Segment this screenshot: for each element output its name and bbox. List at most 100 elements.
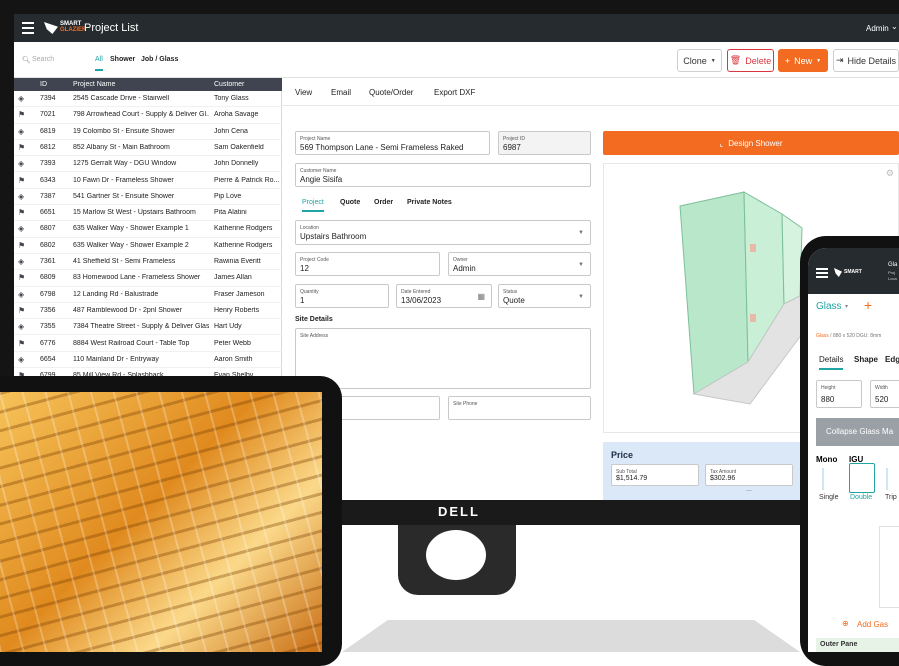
glass-dropdown[interactable]: Glass <box>816 301 842 312</box>
layers-icon: ◈ <box>18 126 25 136</box>
phone-header-title: Gla <box>888 262 898 268</box>
double-pane-icon[interactable] <box>849 463 875 493</box>
new-label: New <box>794 55 813 66</box>
search-input[interactable]: Search <box>32 56 54 63</box>
tab-quote-order[interactable]: Quote/Order <box>369 88 413 97</box>
stand-hole <box>426 530 486 580</box>
tab-email[interactable]: Email <box>331 88 351 97</box>
table-row[interactable]: ◈ 6654 110 Mainland Dr - Entryway Aaron Smi… <box>14 352 282 369</box>
subtab-project[interactable]: Project <box>302 199 324 212</box>
table-row[interactable]: ⚑ 6651 15 Marlow St West - Upstairs Bathro… <box>14 205 282 222</box>
cell-project-name: 798 Arrowhead Court - Supply & Deliver G… <box>73 111 209 119</box>
date-entered-field[interactable]: Date Entered 13/06/2023 ▦ <box>396 284 492 308</box>
single-label[interactable]: Single <box>819 494 838 501</box>
project-id-field: Project ID 6987 <box>498 131 591 155</box>
col-id[interactable]: ID <box>40 81 47 88</box>
phone-breadcrumb: Glass / 880 x 520 DGU: 8mm <box>816 333 881 339</box>
col-project-name[interactable]: Project Name <box>73 81 115 88</box>
delete-button[interactable]: 🗑︎ Delete <box>727 49 774 72</box>
tab-view[interactable]: View <box>295 88 312 97</box>
shower-3d-render <box>679 191 803 405</box>
width-field[interactable]: Width 520 <box>870 380 899 408</box>
table-row[interactable]: ◈ 7393 1275 Gerralt Way - DGU Window John D… <box>14 156 282 173</box>
cell-id: 7355 <box>40 323 56 331</box>
phone-tab-edge[interactable]: Edg <box>885 355 899 364</box>
tab-export-dxf[interactable]: Export DXF <box>434 88 475 97</box>
add-gas-icon[interactable]: ⊕ <box>842 619 849 628</box>
quantity-field[interactable]: Quantity 1 <box>295 284 389 308</box>
crumb-link[interactable]: Glass <box>816 333 829 339</box>
phone-tab-shape[interactable]: Shape <box>854 355 878 364</box>
triple-pane-icon[interactable] <box>886 468 899 490</box>
subtab-private-notes[interactable]: Private Notes <box>407 199 452 206</box>
new-button[interactable]: + New ▼ <box>778 49 828 72</box>
tax-field: Tax Amount $302.96 <box>705 464 793 486</box>
hide-details-button[interactable]: ⇥ Hide Details <box>833 49 899 72</box>
table-row[interactable]: ◈ 6807 635 Walker Way - Shower Example 1 Ka… <box>14 221 282 238</box>
add-icon[interactable]: + <box>864 297 872 313</box>
brand-logo-icon <box>834 268 842 277</box>
height-label: Height <box>821 385 836 391</box>
table-row[interactable]: ⚑ 7356 487 Ramblewood Dr - 2pnl Shower Henr… <box>14 303 282 320</box>
table-row[interactable]: ◈ 7394 2545 Cascade Drive - Stairwell Tony … <box>14 91 282 108</box>
tablet-screen-photo <box>0 392 322 652</box>
location-select[interactable]: Location Upstairs Bathroom ▼ <box>295 220 591 245</box>
clone-button[interactable]: Clone ▼ <box>677 49 722 72</box>
top-bar: SMART GLAZIER Project List Admin ⌄ <box>14 14 899 42</box>
col-customer[interactable]: Customer <box>214 81 244 88</box>
filter-job-glass[interactable]: Job / Glass <box>141 56 178 63</box>
chevron-down-icon[interactable]: ⌄ <box>891 22 898 31</box>
status-select[interactable]: Status Quote ▼ <box>498 284 591 308</box>
page-title: Project List <box>84 22 139 34</box>
outer-pane-section: Outer Pane <box>816 638 899 652</box>
project-id-value: 6987 <box>503 143 521 152</box>
table-row[interactable]: ◈ 7387 541 Gartner St - Ensuite Shower Pip … <box>14 189 282 206</box>
table-row[interactable]: ⚑ 6809 83 Homewood Lane - Frameless Shower… <box>14 270 282 287</box>
subtab-quote[interactable]: Quote <box>340 199 360 206</box>
table-row[interactable]: ⚑ 6776 8884 West Railroad Court - Table To… <box>14 336 282 352</box>
triple-label[interactable]: Trip <box>885 494 897 501</box>
flag-icon: ⚑ <box>18 240 26 250</box>
single-pane-icon[interactable] <box>822 468 836 490</box>
quantity-label: Quantity <box>300 289 319 295</box>
add-gas-button[interactable]: Add Gas <box>857 620 888 629</box>
user-menu[interactable]: Admin <box>866 24 889 33</box>
more-indicator[interactable]: ... <box>746 486 752 493</box>
subtab-order[interactable]: Order <box>374 199 393 206</box>
table-row[interactable]: ◈ 6819 19 Colombo St - Ensuite Shower John … <box>14 124 282 140</box>
cell-id: 6812 <box>40 143 56 151</box>
table-row[interactable]: ⚑ 7021 798 Arrowhead Court - Supply & Deli… <box>14 107 282 124</box>
table-row[interactable]: ◈ 6798 12 Landing Rd - Balustrade Fraser Ja… <box>14 287 282 303</box>
table-row[interactable]: ⚑ 6343 10 Fawn Dr - Frameless Shower Pierre… <box>14 173 282 189</box>
height-field[interactable]: Height 880 <box>816 380 862 408</box>
flag-icon: ⚑ <box>18 208 26 218</box>
design-shower-button[interactable]: ⌞ Design Shower <box>603 131 899 155</box>
hamburger-menu-icon[interactable] <box>816 268 828 278</box>
quantity-value: 1 <box>300 296 305 305</box>
hamburger-menu-icon[interactable] <box>22 22 34 34</box>
table-row[interactable]: ⚑ 6802 635 Walker Way - Shower Example 2 Ka… <box>14 238 282 254</box>
phone-tab-details[interactable]: Details <box>819 355 844 370</box>
filter-shower[interactable]: Shower <box>110 56 135 63</box>
owner-select[interactable]: Owner Admin ▼ <box>448 252 591 276</box>
caret-down-icon: ▼ <box>710 57 716 64</box>
site-phone-field[interactable]: Site Phone <box>448 396 591 420</box>
table-row[interactable]: ⚑ 6812 852 Albany St - Main Bathroom Sam Oa… <box>14 140 282 157</box>
phone-screen: SMART Gla Proj Loca Glass ▾ + Glass / 88… <box>808 248 899 652</box>
collapse-glass-button[interactable]: Collapse Glass Ma <box>816 418 899 446</box>
table-row[interactable]: ◈ 7361 41 Sheffield St - Semi Frameless Raw… <box>14 254 282 271</box>
calendar-icon[interactable]: ▦ <box>477 292 485 301</box>
project-name-field[interactable]: Project Name 569 Thompson Lane - Semi Fra… <box>295 131 490 155</box>
filter-all[interactable]: All <box>95 56 103 71</box>
caret-down-icon[interactable]: ▾ <box>845 303 848 310</box>
customer-name-value: Angie Sisifa <box>300 175 343 184</box>
gear-icon[interactable]: ⚙ <box>886 168 894 179</box>
site-address-field[interactable]: Site Address <box>295 328 591 389</box>
project-code-field[interactable]: Project Code 12 <box>295 252 440 276</box>
double-label[interactable]: Double <box>850 494 872 501</box>
cell-id: 6776 <box>40 339 56 347</box>
table-row[interactable]: ◈ 7355 7384 Theatre Street - Supply & Deli… <box>14 319 282 336</box>
search-icon[interactable]: 🔍︎ <box>22 56 31 64</box>
layers-icon: ◈ <box>18 224 25 234</box>
customer-name-field[interactable]: Customer Name Angie Sisifa <box>295 163 591 187</box>
